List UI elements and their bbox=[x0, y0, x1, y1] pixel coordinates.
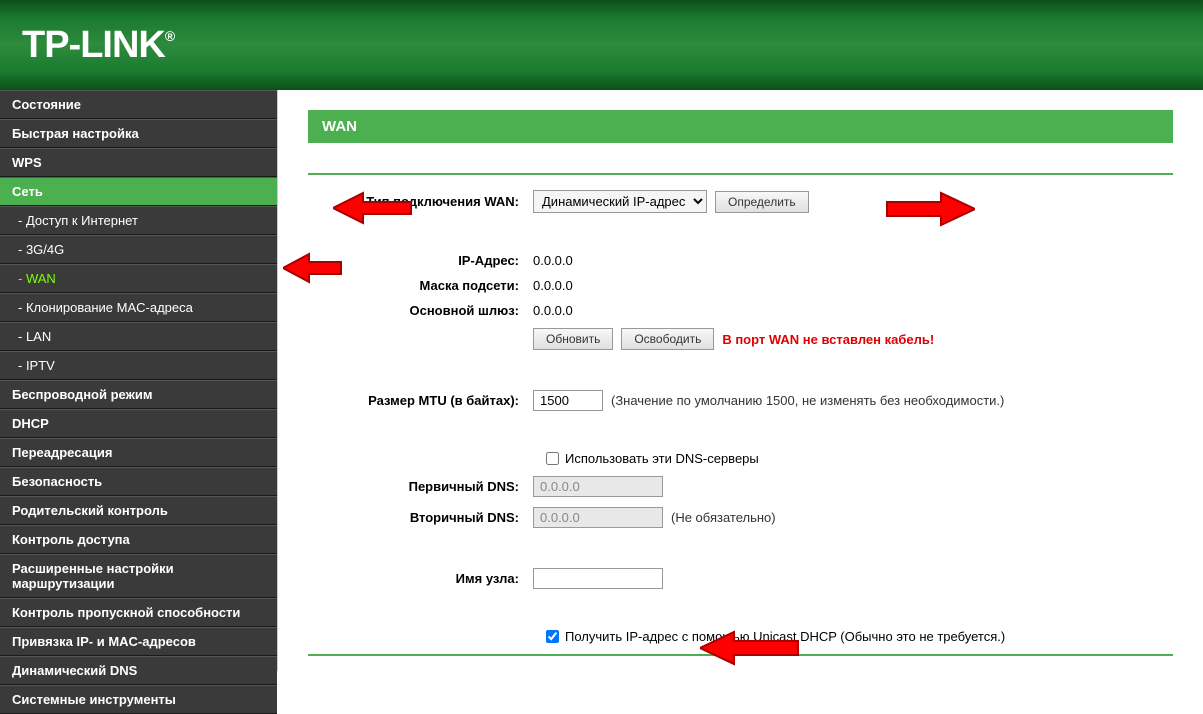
sidebar-item-4[interactable]: - Доступ к Интернет bbox=[0, 206, 277, 235]
hostname-input[interactable] bbox=[533, 568, 663, 589]
divider bbox=[308, 173, 1173, 175]
sidebar-item-15[interactable]: Контроль доступа bbox=[0, 525, 277, 554]
use-dns-label: Использовать эти DNS-серверы bbox=[565, 451, 759, 466]
mask-label: Маска подсети: bbox=[308, 278, 533, 293]
sidebar-item-7[interactable]: - Клонирование MAC-адреса bbox=[0, 293, 277, 322]
mask-value: 0.0.0.0 bbox=[533, 278, 573, 293]
wan-warning: В порт WAN не вставлен кабель! bbox=[722, 332, 934, 347]
sidebar-item-3[interactable]: Сеть bbox=[0, 177, 277, 206]
content-area: WAN Тип подключения WAN: Динамический IP… bbox=[278, 90, 1203, 671]
unicast-checkbox[interactable] bbox=[546, 630, 559, 643]
sidebar-item-20[interactable]: Системные инструменты bbox=[0, 685, 277, 714]
gateway-label: Основной шлюз: bbox=[308, 303, 533, 318]
sidebar-item-17[interactable]: Контроль пропускной способности bbox=[0, 598, 277, 627]
ip-value: 0.0.0.0 bbox=[533, 253, 573, 268]
gateway-value: 0.0.0.0 bbox=[533, 303, 573, 318]
sidebar-item-6[interactable]: - WAN bbox=[0, 264, 277, 293]
dns1-input bbox=[533, 476, 663, 497]
dns2-input bbox=[533, 507, 663, 528]
renew-button[interactable]: Обновить bbox=[533, 328, 613, 350]
sidebar-item-14[interactable]: Родительский контроль bbox=[0, 496, 277, 525]
mtu-hint: (Значение по умолчанию 1500, не изменять… bbox=[611, 393, 1004, 408]
sidebar-item-8[interactable]: - LAN bbox=[0, 322, 277, 351]
mtu-label: Размер MTU (в байтах): bbox=[308, 393, 533, 408]
sidebar-item-2[interactable]: WPS bbox=[0, 148, 277, 177]
detect-button[interactable]: Определить bbox=[715, 191, 809, 213]
ip-label: IP-Адрес: bbox=[308, 253, 533, 268]
conn-type-label: Тип подключения WAN: bbox=[308, 194, 533, 209]
sidebar-item-12[interactable]: Переадресация bbox=[0, 438, 277, 467]
conn-type-select[interactable]: Динамический IP-адрес bbox=[533, 190, 707, 213]
dns2-hint: (Не обязательно) bbox=[671, 510, 776, 525]
sidebar: СостояниеБыстрая настройкаWPSСеть- Досту… bbox=[0, 90, 278, 671]
sidebar-item-10[interactable]: Беспроводной режим bbox=[0, 380, 277, 409]
sidebar-item-13[interactable]: Безопасность bbox=[0, 467, 277, 496]
sidebar-item-5[interactable]: - 3G/4G bbox=[0, 235, 277, 264]
dns2-label: Вторичный DNS: bbox=[308, 510, 533, 525]
sidebar-item-0[interactable]: Состояние bbox=[0, 90, 277, 119]
sidebar-item-16[interactable]: Расширенные настройки маршрутизации bbox=[0, 554, 277, 598]
sidebar-item-9[interactable]: - IPTV bbox=[0, 351, 277, 380]
page-title: WAN bbox=[308, 110, 1173, 143]
sidebar-item-1[interactable]: Быстрая настройка bbox=[0, 119, 277, 148]
dns1-label: Первичный DNS: bbox=[308, 479, 533, 494]
sidebar-item-11[interactable]: DHCP bbox=[0, 409, 277, 438]
divider-bottom bbox=[308, 654, 1173, 656]
header: TP-LINK® bbox=[0, 0, 1203, 90]
logo: TP-LINK® bbox=[22, 24, 174, 67]
unicast-label: Получить IP-адрес с помощью Unicast DHCP… bbox=[565, 629, 1005, 644]
use-dns-checkbox[interactable] bbox=[546, 452, 559, 465]
release-button[interactable]: Освободить bbox=[621, 328, 714, 350]
sidebar-item-18[interactable]: Привязка IP- и MAC-адресов bbox=[0, 627, 277, 656]
mtu-input[interactable] bbox=[533, 390, 603, 411]
hostname-label: Имя узла: bbox=[308, 571, 533, 586]
